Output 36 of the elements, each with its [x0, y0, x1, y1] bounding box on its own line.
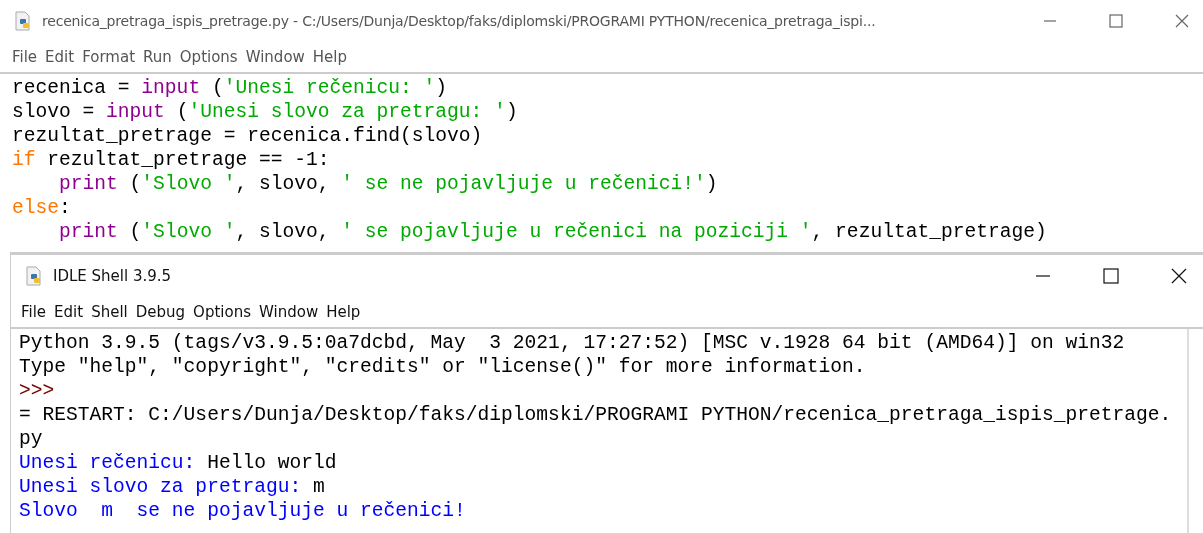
- menu-item[interactable]: Debug: [135, 303, 186, 321]
- shell-line: Slovo m se ne pojavljuje u rečenici!: [19, 499, 467, 523]
- code-line: print ('Slovo ', slovo, ' se pojavljuje u rečenici na poziciji ', rezultat_pretrage): [58, 220, 1048, 244]
- python-file-icon: [14, 11, 32, 31]
- shell-line: Unesi slovo za pretragu: m: [19, 475, 326, 499]
- maximize-icon[interactable]: [1103, 268, 1119, 284]
- code-line: recenica = input ('Unesi rečenicu: '): [12, 76, 449, 100]
- close-icon[interactable]: [1171, 268, 1187, 284]
- menu-item[interactable]: Options: [179, 48, 238, 66]
- shell-line: = RESTART: C:/Users/Dunja/Desktop/faks/diplomski/PROGRAMI PYTHON/recenica_pretraga_ispis_pretrage.: [19, 403, 1173, 427]
- menu-item[interactable]: Help: [326, 303, 361, 321]
- shell-line: >>>: [19, 379, 56, 403]
- code-line: rezultat_pretrage = recenica.find(slovo): [12, 124, 484, 148]
- python-file-icon: [25, 266, 43, 286]
- menu-item[interactable]: Options: [193, 303, 251, 321]
- window-title: recenica_pretraga_ispis_pretrage.py - C:/Users/Dunja/Desktop/faks/diplomski/PROGRAMI PYTHON/recenica_pretraga_ispi...: [42, 13, 876, 29]
- code-line: print ('Slovo ', slovo, ' se ne pojavljuje u rečenici!'): [58, 172, 719, 196]
- menu-item[interactable]: Window: [259, 303, 319, 321]
- maximize-icon[interactable]: [1109, 14, 1123, 28]
- code-line: if rezultat_pretrage == -1:: [12, 148, 331, 172]
- menu-item[interactable]: Edit: [45, 48, 75, 66]
- menu-item[interactable]: File: [12, 48, 38, 66]
- menu-item[interactable]: Window: [245, 48, 305, 66]
- menu-item[interactable]: Shell: [91, 303, 128, 321]
- menu-item[interactable]: Format: [82, 48, 136, 66]
- code-line: slovo = input ('Unesi slovo za pretragu: '): [12, 100, 519, 124]
- menu-item[interactable]: Edit: [54, 303, 84, 321]
- shell-line: py: [19, 427, 44, 451]
- shell-line: Unesi rečenicu: Hello world: [19, 451, 338, 475]
- shell-line: Type "help", "copyright", "credits" or "license()" for more information.: [19, 355, 867, 379]
- menu-item[interactable]: Help: [312, 48, 348, 66]
- code-line: else:: [12, 196, 72, 220]
- menu-item[interactable]: File: [21, 303, 47, 321]
- window-title: IDLE Shell 3.9.5: [53, 267, 172, 285]
- shell-line: Python 3.9.5 (tags/v3.9.5:0a7dcbd, May 3 2021, 17:27:52) [MSC v.1928 64 bit (AMD64)] on win32: [19, 331, 1126, 355]
- menu-item[interactable]: Run: [143, 48, 172, 66]
